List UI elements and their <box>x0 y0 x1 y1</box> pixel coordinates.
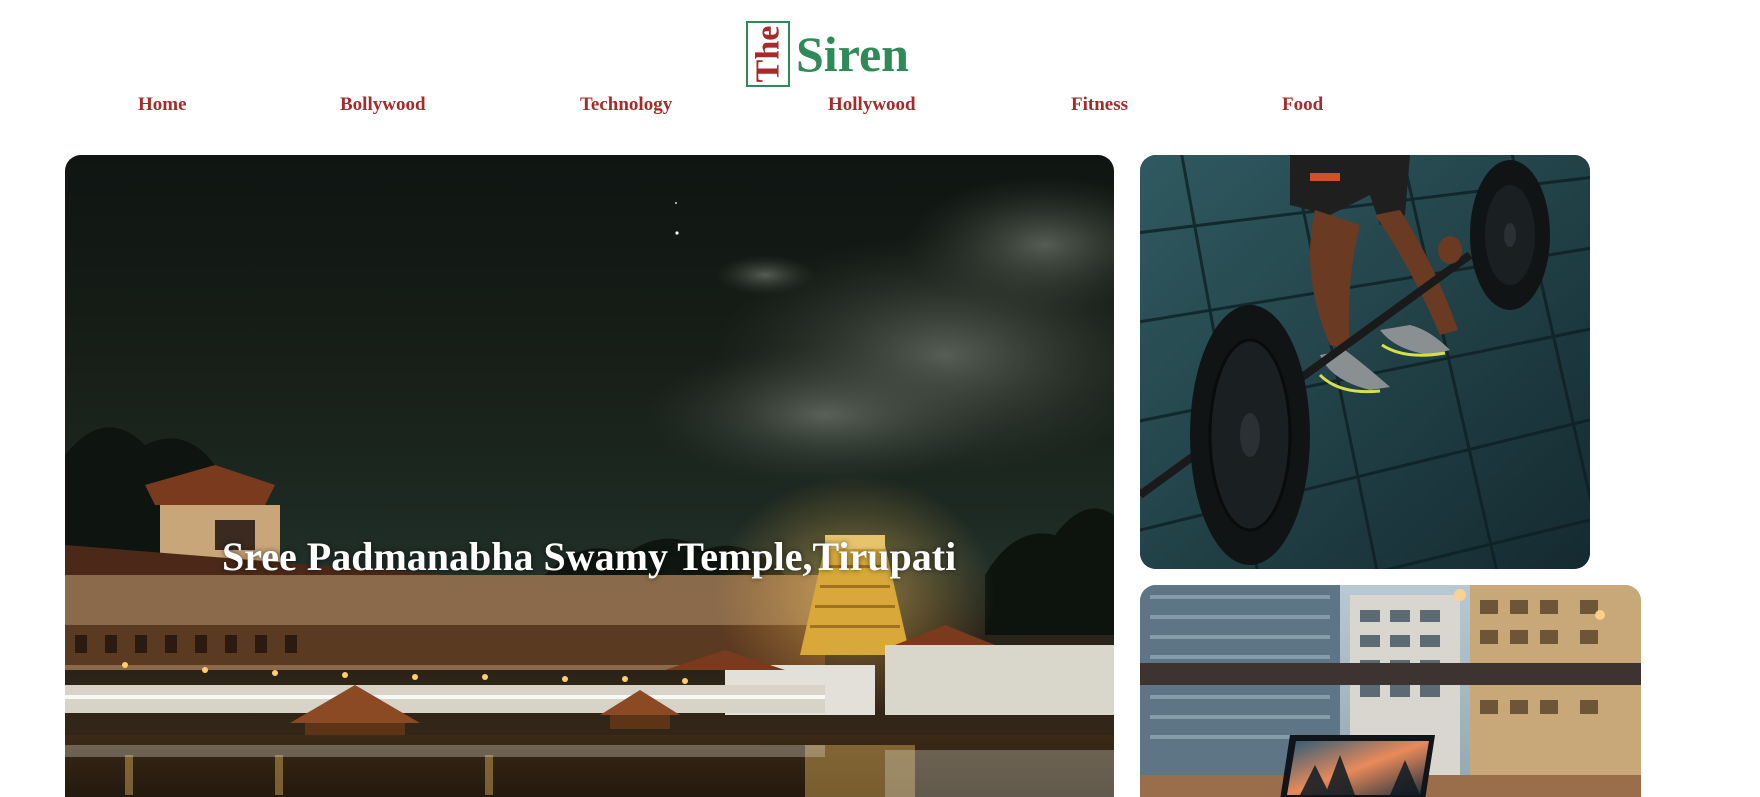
logo-name: Siren <box>796 26 909 82</box>
nav-hollywood[interactable]: Hollywood <box>828 92 916 118</box>
fitness-article-card[interactable] <box>1140 155 1590 569</box>
nav-bollywood[interactable]: Bollywood <box>340 92 426 118</box>
nav-home[interactable]: Home <box>138 92 187 118</box>
nav-technology[interactable]: Technology <box>580 92 672 118</box>
main-nav: Home Bollywood Technology Hollywood Fitn… <box>0 92 1760 118</box>
tech-article-card[interactable] <box>1140 585 1641 797</box>
site-logo[interactable]: The Siren <box>746 19 909 89</box>
page: The Siren Home Bollywood Technology Holl… <box>0 0 1760 797</box>
hero-image <box>65 175 1114 797</box>
fitness-image <box>1140 155 1590 569</box>
hero-article-card[interactable]: Sree Padmanabha Swamy Temple,Tirupati <box>65 155 1114 797</box>
nav-fitness[interactable]: Fitness <box>1071 92 1128 118</box>
nav-food[interactable]: Food <box>1282 92 1323 118</box>
logo-the-box: The <box>746 21 790 87</box>
logo-prefix: The <box>749 25 786 83</box>
hero-title: Sree Padmanabha Swamy Temple,Tirupati <box>222 534 957 579</box>
tech-image <box>1140 585 1641 797</box>
